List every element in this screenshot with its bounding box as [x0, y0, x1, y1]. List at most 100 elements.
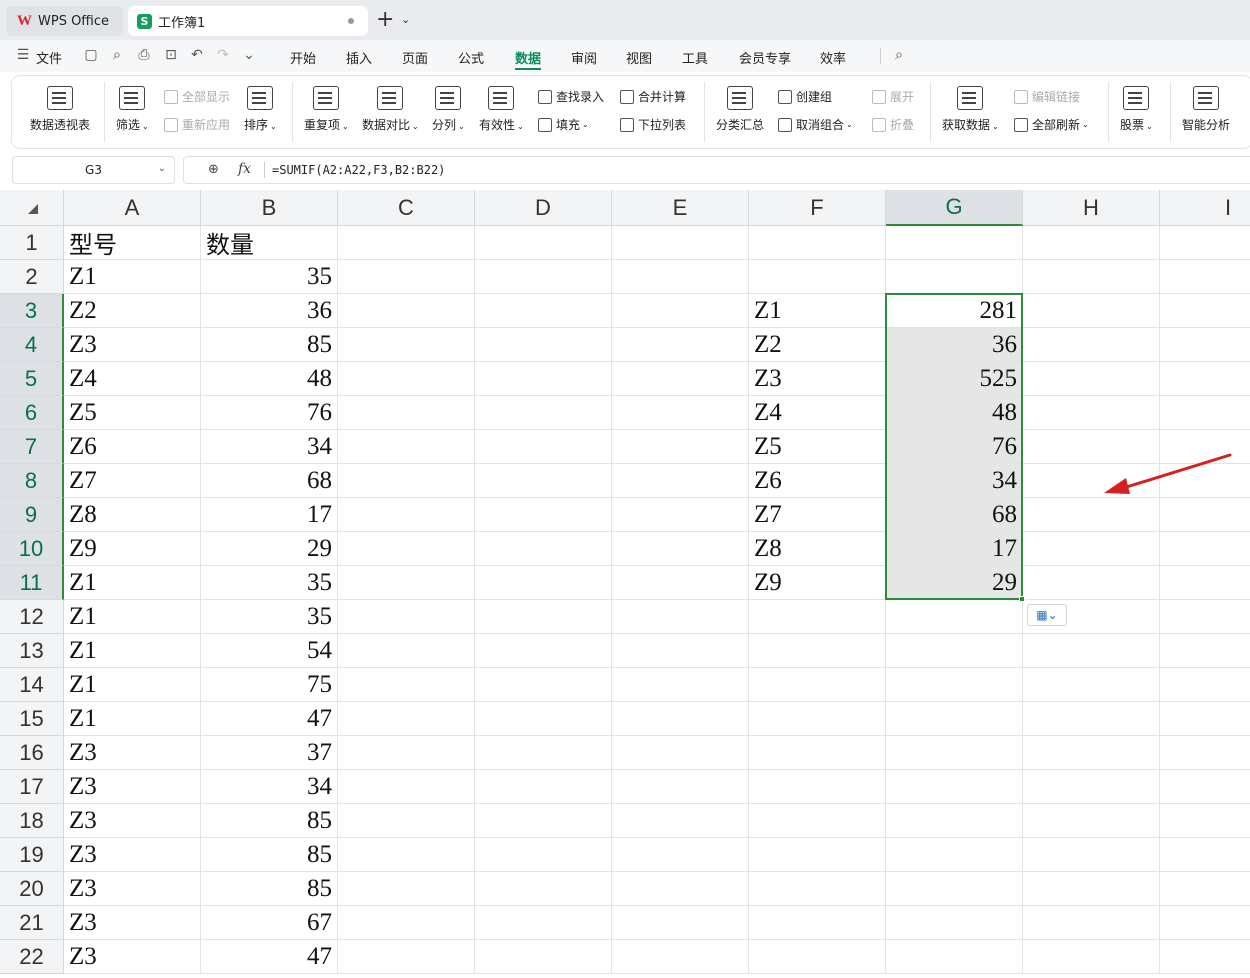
cell-c2[interactable]: [338, 260, 475, 294]
cell-i1[interactable]: [1160, 226, 1250, 260]
cell-c3[interactable]: [338, 294, 475, 328]
cell-b10[interactable]: 29: [201, 532, 338, 566]
cell-b1[interactable]: 数量: [201, 226, 338, 260]
row-header-11[interactable]: 11: [0, 566, 64, 600]
cell-i7[interactable]: [1160, 430, 1250, 464]
cell-i5[interactable]: [1160, 362, 1250, 396]
cell-f15[interactable]: [749, 702, 886, 736]
cell-d6[interactable]: [475, 396, 612, 430]
cell-a18[interactable]: Z3: [64, 804, 201, 838]
cell-e3[interactable]: [612, 294, 749, 328]
tab-workbook[interactable]: S 工作簿1: [128, 6, 368, 36]
cell-f19[interactable]: [749, 838, 886, 872]
cell-e8[interactable]: [612, 464, 749, 498]
cell-c8[interactable]: [338, 464, 475, 498]
chevron-down-icon[interactable]: ⌄: [240, 46, 258, 64]
cell-d12[interactable]: [475, 600, 612, 634]
cell-g18[interactable]: [886, 804, 1023, 838]
column-header-b[interactable]: B: [201, 190, 338, 226]
cell-f21[interactable]: [749, 906, 886, 940]
menu-page[interactable]: 页面: [402, 48, 428, 67]
format-painter-icon[interactable]: ⌕: [108, 46, 126, 64]
menu-formula[interactable]: 公式: [458, 48, 484, 67]
cell-i17[interactable]: [1160, 770, 1250, 804]
cell-g10[interactable]: 17: [886, 532, 1023, 566]
row-header-6[interactable]: 6: [0, 396, 64, 430]
cell-d19[interactable]: [475, 838, 612, 872]
menu-data[interactable]: 数据: [515, 48, 541, 67]
cell-d10[interactable]: [475, 532, 612, 566]
cell-g5[interactable]: 525: [886, 362, 1023, 396]
cell-d17[interactable]: [475, 770, 612, 804]
cell-e11[interactable]: [612, 566, 749, 600]
lookup-entry-button[interactable]: 查找录入: [538, 88, 604, 105]
cell-i22[interactable]: [1160, 940, 1250, 974]
cell-e2[interactable]: [612, 260, 749, 294]
cell-a11[interactable]: Z1: [64, 566, 201, 600]
cell-i15[interactable]: [1160, 702, 1250, 736]
cell-e7[interactable]: [612, 430, 749, 464]
cell-c13[interactable]: [338, 634, 475, 668]
cell-a5[interactable]: Z4: [64, 362, 201, 396]
cell-c9[interactable]: [338, 498, 475, 532]
cell-g4[interactable]: 36: [886, 328, 1023, 362]
cell-c22[interactable]: [338, 940, 475, 974]
cell-a13[interactable]: Z1: [64, 634, 201, 668]
cell-e22[interactable]: [612, 940, 749, 974]
cell-d7[interactable]: [475, 430, 612, 464]
cell-a4[interactable]: Z3: [64, 328, 201, 362]
row-header-12[interactable]: 12: [0, 600, 64, 634]
row-header-15[interactable]: 15: [0, 702, 64, 736]
row-header-10[interactable]: 10: [0, 532, 64, 566]
cell-e13[interactable]: [612, 634, 749, 668]
search-icon[interactable]: ⌕: [890, 46, 908, 64]
menu-efficiency[interactable]: 效率: [820, 48, 846, 67]
cell-e19[interactable]: [612, 838, 749, 872]
cell-g16[interactable]: [886, 736, 1023, 770]
row-header-3[interactable]: 3: [0, 294, 64, 328]
cell-h21[interactable]: [1023, 906, 1160, 940]
cell-h17[interactable]: [1023, 770, 1160, 804]
cell-b4[interactable]: 85: [201, 328, 338, 362]
cell-b13[interactable]: 54: [201, 634, 338, 668]
cell-i3[interactable]: [1160, 294, 1250, 328]
cell-g17[interactable]: [886, 770, 1023, 804]
cell-i8[interactable]: [1160, 464, 1250, 498]
cell-h18[interactable]: [1023, 804, 1160, 838]
cell-c19[interactable]: [338, 838, 475, 872]
cell-f5[interactable]: Z3: [749, 362, 886, 396]
cell-h4[interactable]: [1023, 328, 1160, 362]
cell-c6[interactable]: [338, 396, 475, 430]
cell-g8[interactable]: 34: [886, 464, 1023, 498]
cell-b18[interactable]: 85: [201, 804, 338, 838]
cell-a3[interactable]: Z2: [64, 294, 201, 328]
cell-c7[interactable]: [338, 430, 475, 464]
row-header-14[interactable]: 14: [0, 668, 64, 702]
cell-d16[interactable]: [475, 736, 612, 770]
stocks-button[interactable]: 股票 ⌄: [1120, 86, 1153, 133]
cell-g19[interactable]: [886, 838, 1023, 872]
cell-i20[interactable]: [1160, 872, 1250, 906]
refresh-all-button[interactable]: 全部刷新 ⌄: [1014, 116, 1089, 133]
cell-i12[interactable]: [1160, 600, 1250, 634]
column-header-f[interactable]: F: [749, 190, 886, 226]
cell-f17[interactable]: [749, 770, 886, 804]
column-header-i[interactable]: I: [1160, 190, 1250, 226]
row-header-17[interactable]: 17: [0, 770, 64, 804]
cell-d8[interactable]: [475, 464, 612, 498]
row-header-2[interactable]: 2: [0, 260, 64, 294]
edit-links-button[interactable]: 编辑链接: [1014, 88, 1080, 105]
cell-a19[interactable]: Z3: [64, 838, 201, 872]
cell-b8[interactable]: 68: [201, 464, 338, 498]
cell-h7[interactable]: [1023, 430, 1160, 464]
menu-start[interactable]: 开始: [290, 48, 316, 67]
cell-g11[interactable]: 29: [886, 566, 1023, 600]
split-column-button[interactable]: 分列 ⌄: [432, 86, 465, 133]
cell-e12[interactable]: [612, 600, 749, 634]
row-header-13[interactable]: 13: [0, 634, 64, 668]
cell-e4[interactable]: [612, 328, 749, 362]
sort-button[interactable]: 排序 ⌄: [244, 86, 277, 133]
cell-c1[interactable]: [338, 226, 475, 260]
cell-h5[interactable]: [1023, 362, 1160, 396]
fill-button[interactable]: 填充 ⌄: [538, 116, 589, 133]
